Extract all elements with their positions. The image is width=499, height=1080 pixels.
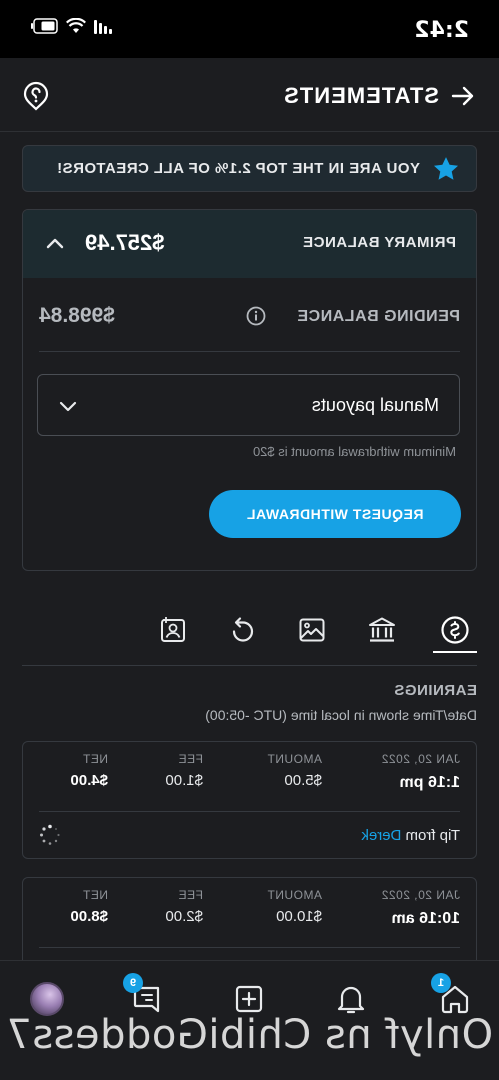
amount-column: AMOUNT $5.00	[267, 752, 322, 789]
dollar-circle-icon	[441, 616, 469, 644]
tipper-link[interactable]: Derek	[361, 827, 401, 844]
image-icon	[299, 618, 325, 642]
earnings-title: EARNINGS	[393, 682, 477, 699]
star-icon	[432, 155, 460, 183]
net-value: $4.00	[70, 772, 108, 789]
fee-header: FEE	[178, 888, 203, 902]
amount-header: AMOUNT	[267, 888, 322, 902]
user-report-icon	[161, 617, 185, 642]
top-creator-banner: YOU ARE IN THE TOP 2.1% OF ALL CREATORS!	[22, 145, 477, 192]
messages-badge: 9	[123, 973, 143, 993]
loading-spinner-icon	[39, 824, 61, 846]
request-withdrawal-button[interactable]: REQUEST WITHDRAWAL	[209, 490, 461, 538]
tab-referrals[interactable]	[151, 608, 195, 652]
pending-balance-value: $998.84	[39, 304, 115, 327]
screen: 2:42 STATEMENTS YOU ARE IN THE TOP 2.1% …	[0, 0, 499, 1080]
battery-icon	[30, 18, 58, 34]
timezone-note: Date/Time shown in local time (UTC -05:0…	[205, 707, 477, 723]
info-icon[interactable]	[246, 306, 266, 326]
transaction-date: JAN 20, 2022	[381, 888, 460, 902]
transaction-summary: JAN 20, 2022 1:16 pm AMOUNT $5.00 FEE $1…	[39, 742, 460, 812]
transaction-summary: JAN 20, 2022 10:16 am AMOUNT $10.00 FEE …	[39, 878, 460, 948]
net-header: NET	[82, 752, 109, 766]
pending-balance-label: PENDING BALANCE	[296, 308, 460, 325]
page-title: STATEMENTS	[283, 83, 439, 108]
status-time: 2:42	[414, 18, 469, 43]
bell-icon	[337, 986, 365, 1014]
tab-media[interactable]	[290, 608, 334, 652]
banner-text: YOU ARE IN THE TOP 2.1% OF ALL CREATORS!	[56, 160, 420, 177]
primary-balance-value: $257.49	[85, 230, 165, 255]
description-prefix: Tip from	[405, 827, 460, 844]
home-badge: 1	[431, 973, 451, 993]
fee-value: $1.00	[165, 772, 203, 789]
transaction-detail: Tip from Derek	[39, 812, 460, 859]
fee-column: FEE $1.00	[165, 752, 203, 789]
status-icons	[30, 18, 112, 34]
min-withdrawal-note: Minimum withdrawal amount is $20	[252, 444, 456, 459]
back-arrow-icon[interactable]	[449, 82, 477, 110]
active-tab-indicator	[433, 651, 477, 653]
transaction-description: Tip from Derek	[361, 827, 460, 844]
app-header: STATEMENTS	[0, 58, 499, 132]
pending-balance-row: PENDING BALANCE $998.84	[39, 278, 460, 352]
net-column: NET $4.00	[70, 752, 108, 789]
watermark-text: Onlyf ns ChibiGoddess7	[5, 1012, 494, 1058]
transaction-time: 10:16 am	[391, 910, 461, 927]
transaction-date: JAN 20, 2022	[381, 752, 460, 766]
bank-icon	[369, 617, 395, 642]
primary-balance-label: PRIMARY BALANCE	[302, 234, 456, 251]
status-bar: 2:42	[0, 0, 499, 58]
primary-balance-row[interactable]: PRIMARY BALANCE $257.49	[23, 210, 476, 278]
amount-column: AMOUNT $10.00	[267, 888, 322, 925]
transaction-card[interactable]: JAN 20, 2022 1:16 pm AMOUNT $5.00 FEE $1…	[22, 741, 477, 859]
payout-method-value: Manual payouts	[311, 395, 439, 415]
tab-bank[interactable]	[360, 608, 404, 652]
chevron-down-icon	[56, 394, 80, 418]
refresh-icon	[232, 617, 254, 642]
chevron-up-icon[interactable]	[43, 232, 67, 256]
statement-tabs	[22, 600, 477, 666]
amount-header: AMOUNT	[267, 752, 322, 766]
tab-refunds[interactable]	[221, 608, 265, 652]
add-square-icon	[235, 985, 263, 1013]
fee-value: $2.00	[165, 908, 203, 925]
mirrored-view: 2:42 STATEMENTS YOU ARE IN THE TOP 2.1% …	[0, 0, 499, 1080]
transaction-datetime: JAN 20, 2022 1:16 pm	[381, 752, 460, 792]
help-icon[interactable]	[20, 80, 52, 112]
tab-earnings[interactable]	[433, 608, 477, 653]
net-value: $8.00	[70, 908, 108, 925]
net-header: NET	[82, 888, 109, 902]
transaction-time: 1:16 pm	[399, 774, 460, 791]
amount-value: $5.00	[284, 772, 322, 789]
avatar	[30, 982, 64, 1016]
amount-value: $10.00	[276, 908, 322, 925]
balance-card: PRIMARY BALANCE $257.49 PENDING BALANCE …	[22, 209, 477, 571]
payout-method-select[interactable]: Manual payouts	[37, 374, 460, 436]
transaction-datetime: JAN 20, 2022 10:16 am	[381, 888, 460, 928]
signal-icon	[94, 18, 112, 34]
net-column: NET $8.00	[70, 888, 108, 925]
wifi-icon	[66, 18, 86, 34]
fee-column: FEE $2.00	[165, 888, 203, 925]
fee-header: FEE	[178, 752, 203, 766]
